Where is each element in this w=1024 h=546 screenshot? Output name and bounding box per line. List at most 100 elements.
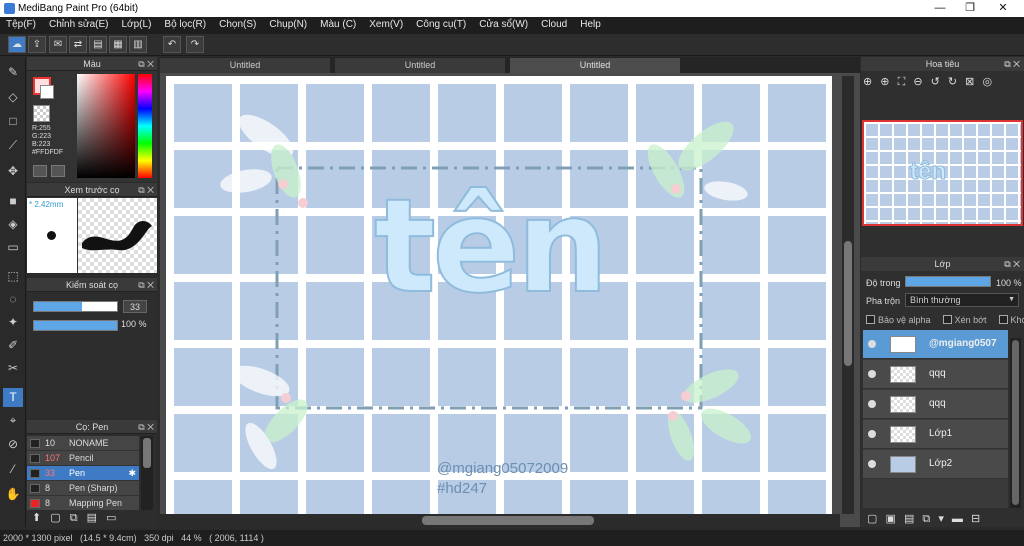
brush-delete-icon[interactable]: ▤ <box>87 512 97 524</box>
layer-row-selected[interactable]: @mgiang0507 <box>863 330 1008 359</box>
brush-item-selected[interactable]: 33 Pen ✱ <box>27 466 139 481</box>
brush-list-scrollbar[interactable] <box>141 436 153 510</box>
undo-icon[interactable]: ↶ <box>163 36 181 53</box>
menu-cloud[interactable]: Cloud <box>535 17 574 34</box>
palette-edit-icon[interactable] <box>51 165 65 177</box>
brush-copy-icon[interactable]: ⧉ <box>70 512 78 524</box>
magic-wand-icon[interactable]: ✦ <box>3 313 23 332</box>
gradient-tool-icon[interactable]: ▭ <box>3 238 23 257</box>
panel-close-icon[interactable]: ⧉ ✕ <box>138 183 154 197</box>
menu-edit[interactable]: Chỉnh sửa(E) <box>43 17 116 34</box>
palette-add-icon[interactable] <box>33 165 47 177</box>
dropper-icon[interactable]: ⁄ <box>3 460 23 479</box>
artwork-canvas[interactable]: tên @mgiang05072009 #hd247 <box>166 76 832 514</box>
navigator-thumbnail[interactable]: tên <box>862 120 1023 226</box>
brush-size-value[interactable]: 33 <box>123 300 147 313</box>
zoom-out-icon[interactable]: ⊖ <box>913 76 922 88</box>
fit-icon[interactable]: ⛶ <box>898 76 906 88</box>
bucket-tool-icon[interactable]: ◈ <box>3 215 23 234</box>
layer-list-scrollbar[interactable] <box>1010 338 1021 508</box>
redo-icon[interactable]: ↷ <box>186 36 204 53</box>
panel-close-icon[interactable]: ⧉ ✕ <box>138 57 154 71</box>
restore-button[interactable]: ❐ <box>955 1 985 16</box>
menu-tools[interactable]: Công cụ(T) <box>410 17 473 34</box>
menu-color[interactable]: Màu (C) <box>314 17 363 34</box>
layer-menu-icon[interactable]: ▾ <box>938 513 944 525</box>
layer-row[interactable]: qqq <box>863 360 1008 389</box>
reset-icon[interactable]: ◎ <box>982 76 992 88</box>
brush-opacity-slider[interactable] <box>33 320 118 331</box>
dot-tool-icon[interactable]: ⟋ <box>3 136 23 155</box>
clip-checkbox[interactable] <box>942 315 952 324</box>
eye-icon[interactable] <box>868 460 876 468</box>
brush-folder-icon[interactable]: ▭ <box>106 512 116 524</box>
new-layer-8bit-icon[interactable]: ▣ <box>885 513 895 525</box>
color-picker-field[interactable] <box>77 74 135 178</box>
panel-close-icon[interactable]: ⧉ ✕ <box>1004 57 1020 71</box>
lock-checkbox[interactable] <box>998 315 1008 324</box>
rotate-right-icon[interactable]: ↻ <box>948 76 957 88</box>
layer-opacity-slider[interactable] <box>905 276 991 287</box>
canvas-vertical-scrollbar[interactable] <box>842 76 854 514</box>
eraser-tool-icon[interactable]: ◇ <box>3 88 23 107</box>
brush-item[interactable]: 8 Mapping Pen <box>27 496 139 510</box>
secondary-color-swatch[interactable] <box>40 85 54 99</box>
folder-icon[interactable]: ▬ <box>952 513 963 525</box>
select-tool-icon[interactable]: ⬚ <box>3 267 23 286</box>
zoom-in-icon[interactable]: ⊕ <box>863 76 872 88</box>
hand-tool-icon[interactable]: ✋ <box>3 485 23 504</box>
eye-icon[interactable] <box>868 400 876 408</box>
layer-row[interactable]: Lớp1 <box>863 420 1008 449</box>
flip-icon[interactable]: ⊠ <box>965 76 974 88</box>
eye-icon[interactable] <box>868 370 876 378</box>
canvas-horizontal-scrollbar[interactable] <box>160 514 840 527</box>
cloud-icon[interactable]: ☁ <box>8 36 26 53</box>
zoom-in-icon[interactable]: ⊕ <box>880 76 889 88</box>
eyedropper-icon[interactable]: ⊘ <box>3 435 23 454</box>
menu-snap[interactable]: Chụp(N) <box>263 17 314 34</box>
eye-icon[interactable] <box>868 430 876 438</box>
new-layer-1bit-icon[interactable]: ▤ <box>904 513 914 525</box>
brush-item[interactable]: 8 Pen (Sharp) <box>27 481 139 496</box>
brush-add-icon[interactable]: ⬆ <box>32 512 41 524</box>
minimize-button[interactable]: — <box>925 1 955 16</box>
menu-filter[interactable]: Bộ lọc(R) <box>158 17 213 34</box>
layer-row[interactable]: Lớp2 <box>863 450 1008 479</box>
menu-layer[interactable]: Lớp(L) <box>116 17 159 34</box>
tab-untitled-3[interactable]: Untitled <box>510 58 680 73</box>
duplicate-layer-icon[interactable]: ⧉ <box>922 513 930 525</box>
delete-layer-icon[interactable]: ⊟ <box>971 513 980 525</box>
menu-window[interactable]: Cửa sổ(W) <box>473 17 535 34</box>
document-icon[interactable]: ▤ <box>89 36 107 53</box>
menu-file[interactable]: Tệp(F) <box>0 17 43 34</box>
layout-icon[interactable]: ▥ <box>129 36 147 53</box>
fill-rect-icon[interactable]: ■ <box>3 192 23 211</box>
share-icon[interactable]: ⇄ <box>69 36 87 53</box>
select-eraser-icon[interactable]: ✂ <box>3 359 23 378</box>
comment-icon[interactable]: ✉ <box>49 36 67 53</box>
rotate-left-icon[interactable]: ↺ <box>931 76 940 88</box>
rect-tool-icon[interactable]: □ <box>3 112 23 131</box>
eye-icon[interactable] <box>868 340 876 348</box>
close-button[interactable]: ✕ <box>988 1 1018 16</box>
hue-slider[interactable] <box>138 74 152 178</box>
brush-tool-icon[interactable]: ✎ <box>3 63 23 82</box>
layer-row[interactable]: qqq <box>863 390 1008 419</box>
lasso-tool-icon[interactable]: ◌ <box>3 290 23 309</box>
panel-close-icon[interactable]: ⧉ ✕ <box>138 420 154 434</box>
protect-alpha-checkbox[interactable] <box>866 315 875 324</box>
panel-close-icon[interactable]: ⧉ ✕ <box>1004 257 1020 271</box>
brush-new-icon[interactable]: ▢ <box>50 512 60 524</box>
brush-item[interactable]: 10 NONAME <box>27 436 139 451</box>
operation-tool-icon[interactable]: ⌖ <box>3 411 23 430</box>
transparent-swatch[interactable] <box>33 105 50 122</box>
move-tool-icon[interactable]: ✥ <box>3 162 23 181</box>
brush-size-slider[interactable] <box>33 301 118 312</box>
blend-mode-select[interactable]: Bình thường ▼ <box>905 293 1019 307</box>
gear-icon[interactable]: ✱ <box>128 466 136 481</box>
panel-close-icon[interactable]: ⧉ ✕ <box>138 278 154 292</box>
select-pen-icon[interactable]: ✐ <box>3 336 23 355</box>
brush-item[interactable]: 107 Pencil <box>27 451 139 466</box>
tab-untitled-2[interactable]: Untitled <box>335 58 505 73</box>
upload-icon[interactable]: ⇪ <box>28 36 46 53</box>
